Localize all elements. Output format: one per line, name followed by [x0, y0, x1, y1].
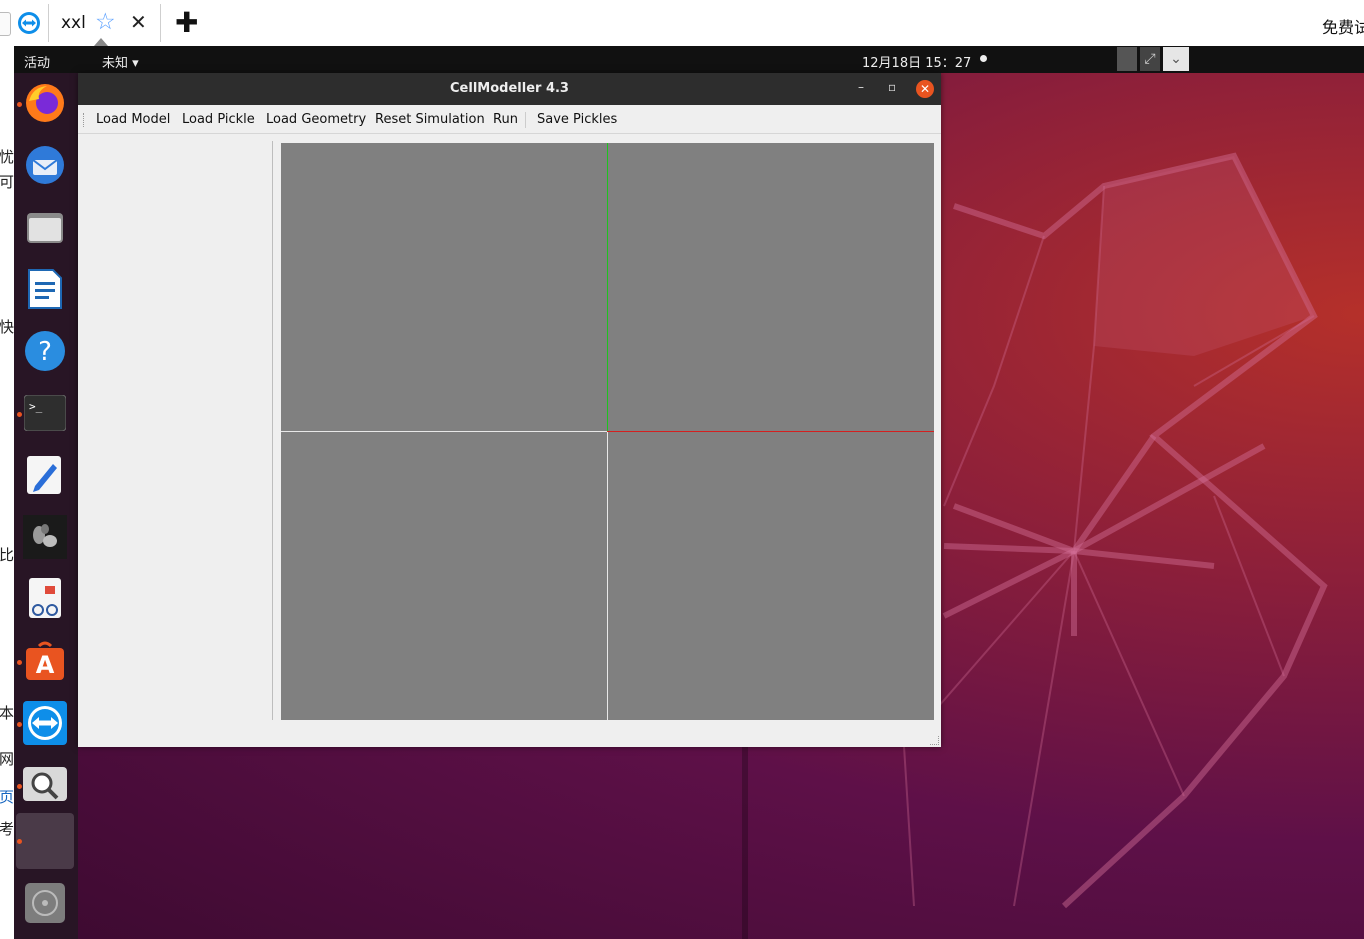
notification-dot-icon: [980, 55, 987, 62]
chevron-down-icon[interactable]: ⌄: [1163, 47, 1189, 71]
page-fragment: 页: [0, 788, 14, 806]
tab-separator: [160, 4, 161, 42]
firefox-icon[interactable]: [23, 81, 67, 125]
browser-tab-strip: xxl ☆ ✕ ✚ 免费试: [0, 0, 1364, 46]
page-fragment: 忧: [0, 148, 14, 166]
load-pickle-button[interactable]: Load Pickle: [182, 112, 255, 127]
star-outline-icon[interactable]: ☆: [95, 9, 116, 35]
clock[interactable]: 12月18日 15：27: [862, 52, 971, 71]
document-icon[interactable]: [0, 12, 11, 36]
grid-line-horizontal: [281, 431, 607, 432]
grid-icon[interactable]: [1117, 47, 1137, 71]
reset-simulation-button[interactable]: Reset Simulation: [375, 112, 485, 127]
page-fragment: 快: [0, 318, 14, 336]
ubuntu-dock: ? >_ A: [14, 73, 78, 939]
writer-icon[interactable]: [23, 267, 67, 311]
x-axis-line: [607, 431, 934, 432]
free-trial-text[interactable]: 免费试: [1322, 14, 1364, 38]
files-icon[interactable]: [23, 205, 67, 249]
thunderbird-icon[interactable]: [23, 143, 67, 187]
maximize-icon[interactable]: ▫: [888, 80, 896, 94]
svg-text:?: ?: [38, 337, 52, 367]
image-viewer-icon[interactable]: [23, 763, 67, 807]
page-fragment: 考: [0, 820, 14, 838]
simulation-gl-view[interactable]: [281, 143, 934, 720]
close-window-icon[interactable]: ✕: [916, 80, 934, 98]
software-center-icon[interactable]: A: [23, 639, 67, 683]
app-menu[interactable]: 未知 ▾: [102, 52, 139, 71]
teamviewer-icon[interactable]: [23, 701, 67, 745]
page-fragment: 网: [0, 750, 14, 768]
running-indicator: [17, 784, 22, 789]
svg-text:>_: >_: [29, 400, 43, 413]
run-button[interactable]: Run: [493, 112, 518, 127]
window-title: CellModeller 4.3: [450, 81, 569, 96]
running-indicator: [17, 660, 22, 665]
active-window-slot[interactable]: [16, 813, 74, 869]
help-icon[interactable]: ?: [23, 329, 67, 373]
page-fragment: 可: [0, 173, 14, 191]
resize-grip-icon[interactable]: [930, 736, 939, 745]
running-indicator: [17, 839, 22, 844]
page-fragment: 比: [0, 546, 14, 564]
toolbar-grip-icon[interactable]: [83, 113, 87, 127]
load-geometry-button[interactable]: Load Geometry: [266, 112, 366, 127]
running-indicator: [17, 722, 22, 727]
window-titlebar[interactable]: CellModeller 4.3 – ▫ ✕: [78, 73, 941, 105]
terminal-icon[interactable]: >_: [23, 391, 67, 435]
cellmodeller-window: CellModeller 4.3 – ▫ ✕ Load Model Load P…: [78, 73, 941, 747]
close-icon[interactable]: ✕: [130, 10, 147, 34]
ubuntu-desktop: 活动 未知 ▾ 12月18日 15：27 ⤢ ⌄ ? >_ A CellMode…: [14, 46, 1364, 939]
activities-button[interactable]: 活动: [24, 52, 50, 71]
simulation-viewport-frame: [272, 141, 937, 720]
minimize-icon[interactable]: –: [858, 80, 864, 94]
grid-line-vertical: [607, 432, 608, 720]
running-indicator: [17, 412, 22, 417]
text-editor-icon[interactable]: [23, 453, 67, 497]
main-toolbar: Load Model Load Pickle Load Geometry Res…: [78, 105, 941, 134]
tab-title[interactable]: xxl: [61, 13, 86, 33]
ubuntu-top-bar: 活动 未知 ▾ 12月18日 15：27 ⤢ ⌄: [14, 46, 1364, 73]
underlying-page-strip: 忧 可 快 比 本 网 页 考: [0, 46, 14, 939]
disc-icon[interactable]: [23, 881, 67, 925]
y-axis-line: [607, 143, 608, 431]
running-indicator: [17, 102, 22, 107]
plus-icon[interactable]: ✚: [175, 6, 198, 39]
tab-separator: [48, 4, 49, 42]
document-viewer-icon[interactable]: [23, 577, 67, 621]
active-tab-marker: [94, 38, 108, 46]
fullscreen-icon[interactable]: ⤢: [1140, 47, 1160, 71]
teamviewer-tab-icon[interactable]: [17, 11, 41, 35]
svg-text:A: A: [36, 651, 55, 679]
save-pickles-button[interactable]: Save Pickles: [537, 112, 617, 127]
page-fragment: 本: [0, 704, 14, 722]
load-model-button[interactable]: Load Model: [96, 112, 170, 127]
toolbar-separator: [525, 112, 526, 128]
cellmodeller-icon[interactable]: [23, 515, 67, 559]
